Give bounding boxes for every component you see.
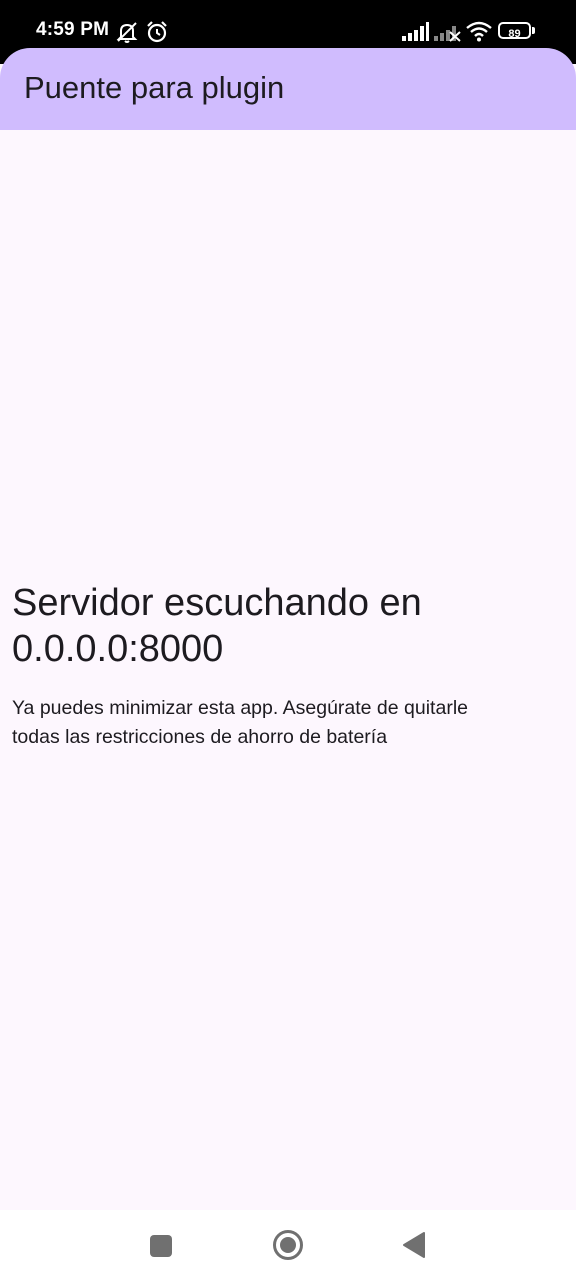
battery-icon: 89: [498, 22, 531, 40]
battery-level: 89: [508, 28, 521, 40]
main-content: Servidor escuchando en 0.0.0.0:8000 Ya p…: [12, 580, 562, 752]
back-button[interactable]: [401, 1231, 427, 1259]
body-line-1: Ya puedes minimizar esta app. Asegúrate …: [12, 697, 468, 719]
recents-button[interactable]: [148, 1233, 174, 1259]
signal-icon: [402, 22, 429, 41]
navigation-bar: [0, 1210, 576, 1280]
signal-no-service-icon: [434, 26, 461, 42]
battery-tip: [532, 27, 535, 34]
status-time: 4:59 PM: [36, 19, 110, 40]
home-button[interactable]: [271, 1228, 305, 1262]
server-status-headline: Servidor escuchando en 0.0.0.0:8000: [12, 580, 562, 672]
battery-instructions: Ya puedes minimizar esta app. Asegúrate …: [12, 694, 562, 752]
headline-line-2: 0.0.0.0:8000: [12, 628, 224, 670]
app-bar: Puente para plugin: [0, 48, 576, 130]
headline-line-1: Servidor escuchando en: [12, 582, 422, 624]
app-bar-title: Puente para plugin: [24, 70, 285, 105]
wifi-icon: [466, 21, 492, 42]
body-line-2: todas las restricciones de ahorro de bat…: [12, 726, 388, 748]
alarm-icon: [147, 21, 167, 43]
notifications-muted-icon: [116, 22, 138, 43]
